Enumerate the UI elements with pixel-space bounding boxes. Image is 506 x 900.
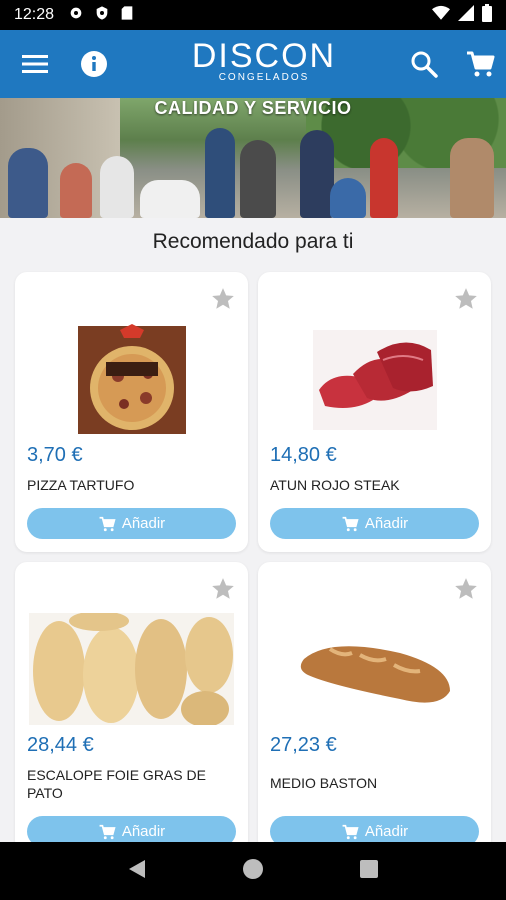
pizza-box-image: [77, 324, 186, 434]
status-bar: 12:28: [0, 0, 506, 30]
product-card[interactable]: 28,44 € ESCALOPE FOIE GRAS DE PATO Añadi…: [15, 562, 248, 852]
add-button-label: Añadir: [121, 515, 166, 532]
banner-person: [450, 138, 494, 218]
product-name: MEDIO BASTON: [270, 775, 378, 791]
add-to-cart-button[interactable]: Añadir: [27, 508, 236, 539]
add-to-cart-button[interactable]: Añadir: [270, 508, 479, 539]
search-icon[interactable]: [404, 44, 444, 84]
product-name: ESCALOPE FOIE GRAS DE PATO: [27, 767, 206, 801]
section-title: Recomendado para ti: [152, 230, 354, 253]
app-bar: DISCON CONGELADOS: [0, 30, 506, 98]
favorite-star-icon[interactable]: [453, 286, 479, 312]
cart-icon: [99, 516, 116, 531]
settings-gear-icon: [68, 5, 84, 26]
info-icon[interactable]: [74, 44, 114, 84]
banner-table: [140, 180, 200, 218]
banner-person: [240, 140, 276, 218]
sd-card-icon: [120, 5, 134, 26]
banner-person: [370, 138, 398, 218]
wifi-icon: [432, 5, 450, 26]
favorite-star-icon[interactable]: [210, 286, 236, 312]
back-icon[interactable]: [127, 858, 147, 885]
cart-icon: [342, 824, 359, 839]
signal-icon: [458, 4, 474, 26]
banner-barrel: [330, 178, 366, 218]
foie-gras-image: [29, 613, 234, 725]
product-price: 27,23 €: [270, 734, 337, 756]
banner-person: [300, 130, 334, 218]
cart-icon: [342, 516, 359, 531]
product-card[interactable]: 27,23 € MEDIO BASTON Añadir: [258, 562, 491, 852]
product-image[interactable]: [27, 612, 236, 726]
product-image[interactable]: [270, 322, 479, 438]
product-name: ATUN ROJO STEAK: [270, 477, 400, 493]
banner-person: [60, 163, 92, 218]
product-name: PIZZA TARTUFO: [27, 477, 135, 493]
product-card[interactable]: 3,70 € PIZZA TARTUFO Añadir: [15, 272, 248, 552]
product-price: 3,70 €: [27, 444, 83, 466]
baguette-image: [300, 646, 450, 703]
add-button-label: Añadir: [364, 823, 409, 840]
banner-title: CALIDAD Y SERVICIO: [154, 98, 352, 118]
banner-person: [8, 148, 48, 218]
product-price: 14,80 €: [270, 444, 337, 466]
logo-main-text: DISCON: [191, 37, 337, 75]
product-card[interactable]: 14,80 € ATUN ROJO STEAK Añadir: [258, 272, 491, 552]
product-image[interactable]: [270, 612, 479, 726]
add-button-label: Añadir: [364, 515, 409, 532]
battery-icon: [482, 3, 492, 27]
cart-icon: [99, 824, 116, 839]
tuna-steak-image: [312, 330, 437, 430]
favorite-star-icon[interactable]: [453, 576, 479, 602]
status-time: 12:28: [14, 6, 55, 23]
promo-banner[interactable]: CALIDAD Y SERVICIO: [0, 98, 506, 218]
discon-logo[interactable]: DISCON CONGELADOS: [184, 38, 344, 90]
add-button-label: Añadir: [121, 823, 166, 840]
shield-icon: [94, 5, 110, 26]
cart-icon[interactable]: [460, 44, 500, 84]
banner-person: [205, 128, 235, 218]
recents-icon[interactable]: [359, 859, 379, 884]
home-icon[interactable]: [242, 858, 264, 885]
favorite-star-icon[interactable]: [210, 576, 236, 602]
banner-person: [100, 156, 134, 218]
product-price: 28,44 €: [27, 734, 94, 756]
menu-icon[interactable]: [15, 44, 55, 84]
product-image[interactable]: [27, 322, 236, 438]
system-nav-bar: [0, 842, 506, 900]
